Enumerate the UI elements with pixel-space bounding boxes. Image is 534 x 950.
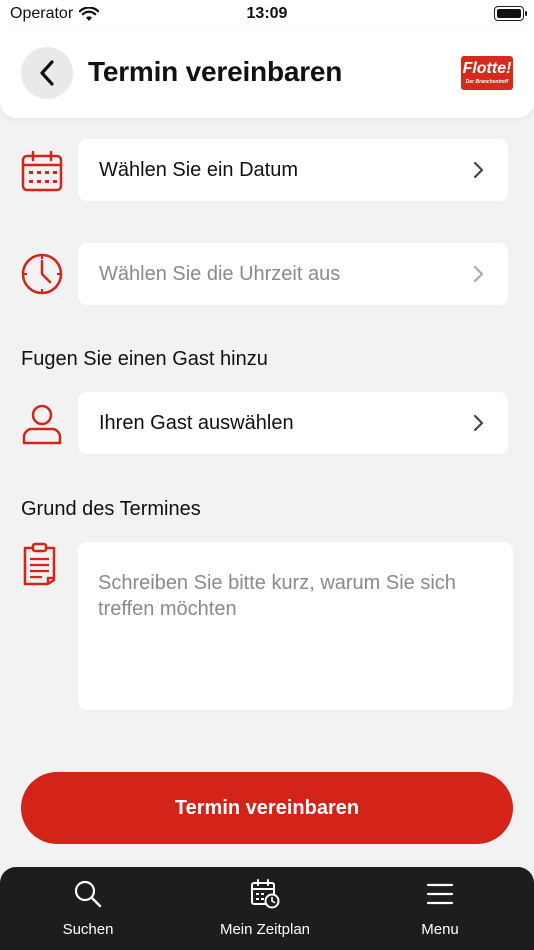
clock-icon [21,253,63,295]
date-picker-label: Wählen Sie ein Datum [99,159,298,181]
time-picker-field[interactable]: Wählen Sie die Uhrzeit aus [78,243,508,305]
reason-placeholder: Schreiben Sie bitte kurz, warum Sie sich… [98,572,456,620]
guest-section-label: Fugen Sie einen Gast hinzu [21,348,268,370]
calendar-icon [21,150,63,192]
flotte-logo: Flotte! Der Branchentreff [461,56,513,90]
battery-icon [494,6,527,21]
bottom-tab-bar: Suchen Mein Zeitplan Menu [0,867,534,950]
chevron-left-icon [40,60,54,86]
header: Termin vereinbaren Flotte! Der Branchent… [0,28,534,118]
logo-subtext: Der Branchentreff [465,79,509,85]
tab-suchen[interactable]: Suchen [18,867,158,950]
page-title: Termin vereinbaren [88,56,343,87]
tab-label: Menu [421,921,459,938]
chevron-right-icon [473,161,484,179]
person-icon [22,404,62,445]
time-picker-label: Wählen Sie die Uhrzeit aus [99,263,341,285]
guest-select-label: Ihren Gast auswählen [99,412,294,434]
reason-section-label: Grund des Termines [21,498,201,520]
tab-label: Suchen [62,921,114,938]
menu-icon [426,883,454,905]
tab-mein-zeitplan[interactable]: Mein Zeitplan [195,867,335,950]
chevron-right-icon [473,265,484,283]
clock-time: 13:09 [246,5,288,22]
search-icon [74,880,102,908]
tab-menu[interactable]: Menu [370,867,510,950]
submit-button[interactable]: Termin vereinbaren [21,772,513,844]
calendar-clock-icon [251,879,280,909]
back-button[interactable] [21,47,73,99]
status-bar: Operator 13:09 [0,0,534,28]
clipboard-icon [23,542,56,586]
tab-label: Mein Zeitplan [219,921,311,938]
guest-select-field[interactable]: Ihren Gast auswählen [78,392,508,454]
logo-text: Flotte! [462,60,512,77]
battery-fill [497,9,521,18]
date-picker-field[interactable]: Wählen Sie ein Datum [78,139,508,201]
reason-textarea[interactable]: Schreiben Sie bitte kurz, warum Sie sich… [78,542,513,710]
chevron-right-icon [473,414,484,432]
